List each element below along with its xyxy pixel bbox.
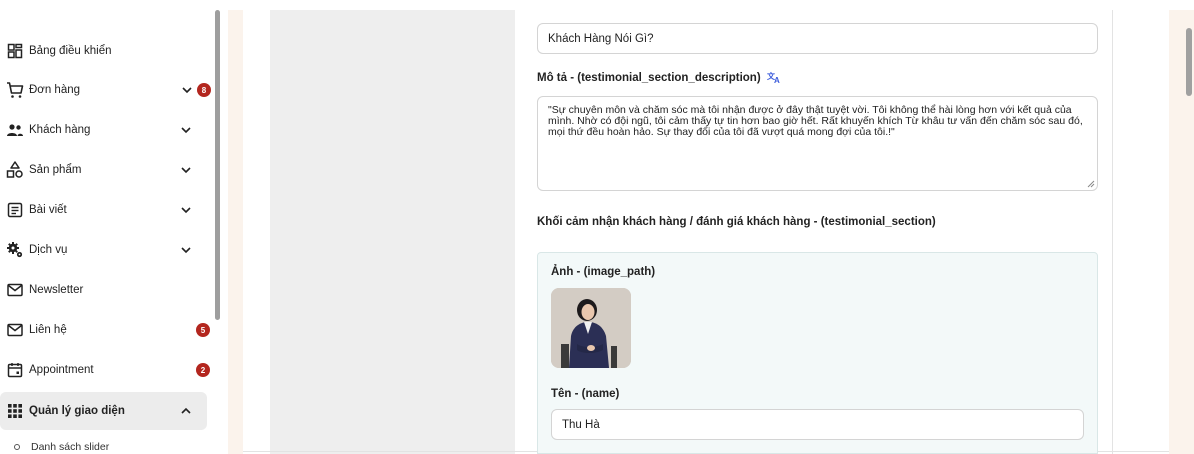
name-input-value: Thu Hà bbox=[562, 418, 600, 431]
sidebar-item-orders[interactable]: Đơn hàng 8 bbox=[0, 71, 215, 109]
dashboard-icon bbox=[6, 42, 24, 60]
chevron-down-icon[interactable] bbox=[180, 164, 192, 176]
contact-badge: 5 bbox=[196, 323, 210, 337]
article-icon bbox=[6, 201, 24, 219]
sidebar-item-contact[interactable]: Liên hệ 5 bbox=[0, 311, 215, 349]
sidebar-item-label: Appointment bbox=[29, 364, 94, 376]
description-value: "Sự chuyên môn và chăm sóc mà tôi nhận đ… bbox=[548, 104, 1083, 138]
image-label: Ảnh - (image_path) bbox=[551, 266, 656, 278]
description-label: Mô tả - (testimonial_section_description… bbox=[537, 71, 781, 86]
sidebar-item-label: Khách hàng bbox=[29, 124, 91, 136]
sidebar-scrollbar[interactable] bbox=[215, 10, 220, 320]
sidebar-item-products[interactable]: Sản phẩm bbox=[0, 151, 215, 189]
sidebar-item-label: Dịch vụ bbox=[29, 244, 68, 256]
testimonial-avatar[interactable] bbox=[551, 288, 631, 368]
cart-icon bbox=[6, 81, 24, 99]
grid-icon bbox=[6, 402, 24, 420]
sidebar-item-articles[interactable]: Bài viết bbox=[0, 191, 215, 229]
main-scrollbar[interactable] bbox=[1186, 28, 1192, 96]
chevron-down-icon[interactable] bbox=[181, 84, 193, 96]
title-input-value: Khách Hàng Nói Gì? bbox=[548, 32, 654, 45]
orders-badge: 8 bbox=[197, 83, 211, 97]
mail-icon bbox=[6, 281, 24, 299]
appointment-badge: 2 bbox=[196, 363, 210, 377]
sidebar-item-label: Quản lý giao diện bbox=[29, 405, 125, 417]
sidebar-item-newsletter[interactable]: Newsletter bbox=[0, 271, 215, 309]
divider bbox=[1112, 10, 1113, 454]
description-label-text: Mô tả - (testimonial_section_description… bbox=[537, 72, 761, 84]
mail-icon bbox=[6, 321, 24, 339]
chevron-up-icon[interactable] bbox=[180, 405, 192, 417]
sidebar-item-label: Đơn hàng bbox=[29, 84, 81, 96]
name-label: Tên - (name) bbox=[551, 388, 620, 400]
sidebar-item-dashboard[interactable]: Bảng điều khiển bbox=[0, 32, 215, 70]
sidebar-item-label: Sản phẩm bbox=[29, 164, 82, 176]
name-input[interactable]: Thu Hà bbox=[551, 409, 1084, 440]
gears-icon bbox=[6, 241, 24, 259]
left-gray-column bbox=[270, 10, 515, 454]
sidebar-subitem-label: Danh sách slider bbox=[31, 441, 110, 453]
sidebar-item-customers[interactable]: Khách hàng bbox=[0, 111, 215, 149]
sidebar-item-label: Liên hệ bbox=[29, 324, 67, 336]
sidebar-item-appointment[interactable]: Appointment 2 bbox=[0, 351, 215, 389]
description-textarea[interactable]: "Sự chuyên môn và chăm sóc mà tôi nhận đ… bbox=[537, 96, 1098, 191]
sidebar-item-label: Bài viết bbox=[29, 204, 67, 216]
translate-icon[interactable]: 文A bbox=[767, 71, 781, 86]
products-icon bbox=[6, 161, 24, 179]
sidebar-item-label: Bảng điều khiển bbox=[29, 45, 112, 57]
testimonial-section-label: Khối cảm nhận khách hàng / đánh giá khác… bbox=[537, 216, 936, 228]
calendar-icon bbox=[6, 361, 24, 379]
users-icon bbox=[6, 121, 24, 139]
sidebar: Bảng điều khiển Đơn hàng 8 Khách hàng Sả… bbox=[0, 0, 228, 454]
sidebar-item-services[interactable]: Dịch vụ bbox=[0, 231, 215, 269]
sidebar-item-theme-management[interactable]: Quản lý giao diện bbox=[0, 392, 207, 430]
chevron-down-icon[interactable] bbox=[180, 204, 192, 216]
chevron-down-icon[interactable] bbox=[180, 124, 192, 136]
title-input[interactable]: Khách Hàng Nói Gì? bbox=[537, 23, 1098, 54]
svg-text:A: A bbox=[774, 76, 780, 83]
circle-bullet-icon bbox=[14, 444, 20, 450]
chevron-down-icon[interactable] bbox=[180, 244, 192, 256]
resize-handle-icon[interactable] bbox=[1087, 180, 1095, 188]
sidebar-item-label: Newsletter bbox=[29, 284, 84, 296]
